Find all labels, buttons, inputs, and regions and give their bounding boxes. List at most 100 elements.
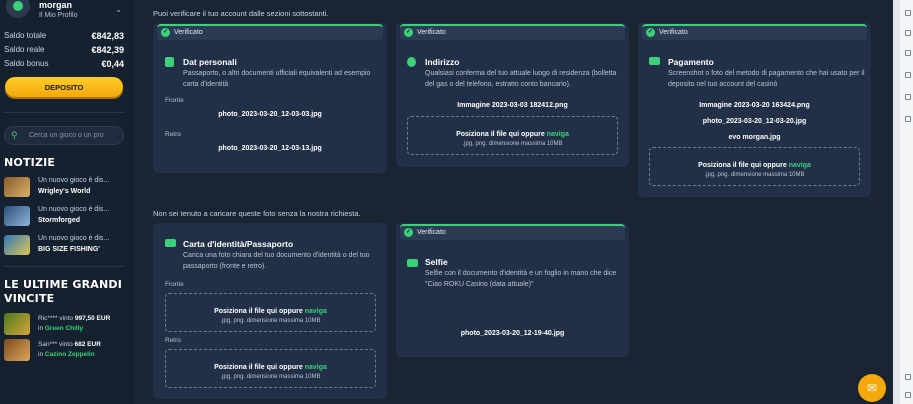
card-title: Indirizzo <box>425 57 460 67</box>
dropzone-hint: .jpg, png. dimensione massima 10MB <box>220 374 321 380</box>
card-description: Screenshot o foto del metodo di pagament… <box>668 70 865 88</box>
news-item[interactable]: Un nuovo gioco è dis... BIG SIZE FISHING… <box>4 234 130 258</box>
win-prep: in <box>38 325 44 332</box>
id-card-card: Carta d'identità/Passaporto Carica una f… <box>153 223 387 399</box>
username: morgan <box>39 0 73 10</box>
win-game-link[interactable]: Cazino Zeppelin <box>45 351 95 358</box>
win-item[interactable]: Ric**** vinto 997,50 EUR in Green Chilly <box>4 313 130 337</box>
win-game-link[interactable]: Green Chilly <box>45 325 83 332</box>
balance-label: Saldo reale <box>4 45 45 54</box>
dropzone-hint: .jpg, png. dimensione massima 10MB <box>220 318 321 324</box>
selfie-icon <box>407 259 418 267</box>
news-text: Un nuovo gioco è dis... <box>38 177 110 184</box>
card-description: Carica una foto chiara del tuo documento… <box>183 252 370 270</box>
payment-upload-dropzone[interactable]: Posiziona il file qui oppure naviga .jpg… <box>649 147 860 186</box>
news-item[interactable]: Un nuovo gioco è dis... Stormforged <box>4 205 130 229</box>
profile-link[interactable]: Il Mio Profilo <box>39 12 78 19</box>
card-description: Qualsiasi conferma del tuo attuale luogo… <box>425 70 617 88</box>
news-text: Un nuovo gioco è dis... <box>38 206 110 213</box>
search-input[interactable]: ⚲ Cerca un gioco o un pro <box>4 126 124 145</box>
dropzone-label: Posiziona il file qui oppure <box>698 162 787 169</box>
news-game: Wrigley's World <box>38 188 91 195</box>
toolbar-icon[interactable] <box>905 392 911 398</box>
back-file-name: photo_2023-03-20_12-03-13.jpg <box>218 145 322 152</box>
selfie-card: ✓ Verificato Selfie Selfie con il docume… <box>396 223 629 357</box>
address-upload-dropzone[interactable]: Posiziona il file qui oppure naviga .jpg… <box>407 116 618 155</box>
balance-value: €0,44 <box>101 59 124 69</box>
win-thumbnail <box>4 339 30 361</box>
front-file-name: photo_2023-03-20_12-03-03.jpg <box>218 111 322 118</box>
chat-button[interactable]: ✉ <box>858 374 886 402</box>
toolbar-icon[interactable] <box>905 10 911 16</box>
news-text: Un nuovo gioco è dis... <box>38 235 110 242</box>
verified-label: Verificato <box>417 29 446 36</box>
card-icon <box>649 57 660 65</box>
dropzone-text: Posiziona il file qui oppure naviga <box>650 162 859 169</box>
user-icon <box>13 1 23 11</box>
payment-file-name: photo_2023-03-20_12-03-20.jpg <box>702 118 807 125</box>
check-icon: ✓ <box>646 28 655 37</box>
check-icon: ✓ <box>161 28 170 37</box>
win-line: Ric**** vinto 997,50 EUR <box>38 315 110 322</box>
balance-label: Saldo bonus <box>4 59 49 68</box>
toolbar-icon[interactable] <box>905 116 911 122</box>
balance-label: Saldo totale <box>4 31 47 40</box>
toolbar-icon[interactable] <box>905 50 911 56</box>
profile-menu[interactable]: morgan Il Mio Profilo ⌄ <box>4 0 128 22</box>
toolbar-icon[interactable] <box>905 72 911 78</box>
browse-link[interactable]: naviga <box>305 364 327 371</box>
dropzone-label: Posiziona il file qui oppure <box>214 308 303 315</box>
toolbar-icon[interactable] <box>905 374 911 380</box>
deposit-button[interactable]: DEPOSITO <box>5 77 123 97</box>
news-thumbnail <box>4 206 30 226</box>
balance-real: Saldo reale €842,39 <box>4 45 124 55</box>
dropzone-label: Posiziona il file qui oppure <box>214 364 303 371</box>
win-thumbnail <box>4 313 30 335</box>
dropzone-hint: .jpg, png. dimensione massima 10MB <box>462 141 563 147</box>
verified-label: Verificato <box>174 29 203 36</box>
toolbar-icon[interactable] <box>905 30 911 36</box>
win-line: San*** vinto 682 EUR <box>38 341 101 348</box>
right-toolbar <box>893 0 913 404</box>
dropzone-label: Posiziona il file qui oppure <box>456 131 545 138</box>
win-amount: 682 EUR <box>74 341 101 348</box>
browse-link[interactable]: naviga <box>305 308 327 315</box>
front-label: Fronte <box>165 97 184 104</box>
toolbar-icon[interactable] <box>905 94 911 100</box>
scrollbar[interactable] <box>893 0 900 404</box>
dropzone-text: Posiziona il file qui oppure naviga <box>408 131 617 138</box>
selfie-file-name: photo_2023-03-20_12-19-40.jpg <box>460 330 565 337</box>
browse-link[interactable]: naviga <box>789 162 811 169</box>
search-icon: ⚲ <box>11 130 18 140</box>
card-title: Pagamento <box>668 57 714 67</box>
win-verb: vinto <box>58 341 73 348</box>
balance-total: Saldo totale €842,83 <box>4 31 124 41</box>
win-verb: vinto <box>59 315 74 322</box>
personal-data-card: ✓ Verificato Dat personali Passaporto, o… <box>153 23 387 173</box>
balance-value: €842,83 <box>91 31 124 41</box>
id-back-upload-dropzone[interactable]: Posiziona il file qui oppure naviga .jpg… <box>165 349 376 388</box>
win-amount: 997,50 EUR <box>74 315 111 322</box>
news-game: BIG SIZE FISHING' <box>38 246 100 253</box>
wins-title: LE ULTIME GRANDI <box>4 278 123 291</box>
id-front-upload-dropzone[interactable]: Posiziona il file qui oppure naviga .jpg… <box>165 293 376 332</box>
id-card-icon <box>165 239 176 247</box>
search-placeholder: Cerca un gioco o un pro <box>29 132 104 139</box>
news-title: NOTIZIE <box>4 156 56 169</box>
win-player: San*** <box>38 341 59 348</box>
verified-badge: ✓ Verificato <box>400 224 625 240</box>
avatar <box>6 0 30 18</box>
news-thumbnail <box>4 235 30 255</box>
verified-badge: ✓ Verificato <box>157 24 383 40</box>
divider <box>4 266 124 267</box>
win-player: Ric**** <box>38 315 60 322</box>
document-icon <box>165 57 174 67</box>
chevron-down-icon[interactable]: ⌄ <box>115 5 122 14</box>
news-thumbnail <box>4 177 30 197</box>
win-item[interactable]: San*** vinto 682 EUR in Cazino Zeppelin <box>4 339 130 363</box>
intro-note: Non sei tenuto a caricare queste foto se… <box>153 209 361 218</box>
card-description: Passaporto, o altri documenti ufficiali … <box>183 70 371 88</box>
browse-link[interactable]: naviga <box>547 131 569 138</box>
payment-file-name: evo morgan.jpg <box>728 134 781 141</box>
news-item[interactable]: Un nuovo gioco è dis... Wrigley's World <box>4 176 130 200</box>
